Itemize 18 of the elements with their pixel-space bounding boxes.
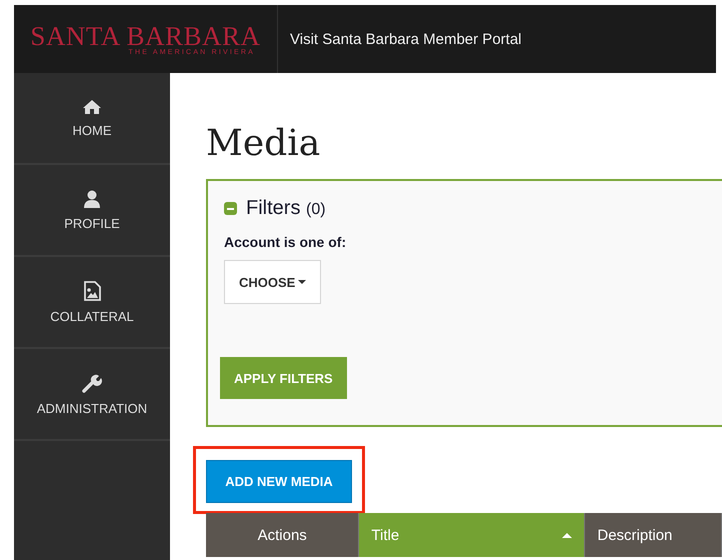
sidebar-item[interactable]: PROFILE (14, 165, 170, 257)
page-title: Media (206, 122, 322, 166)
sort-ascending-icon (562, 532, 572, 538)
column-header[interactable]: Actions (206, 513, 360, 557)
collapse-icon[interactable] (224, 202, 237, 215)
portal-title: Visit Santa Barbara Member Portal (289, 30, 522, 50)
home-icon (82, 98, 102, 114)
filters-title: Filters (0) (246, 197, 326, 220)
sidebar-item[interactable]: COLLATERAL (14, 257, 170, 349)
column-header[interactable]: Description (585, 513, 722, 557)
sidebar-item[interactable]: ADMINISTRATION (14, 349, 170, 441)
user-icon (83, 190, 101, 208)
choose-dropdown[interactable]: CHOOSE (224, 260, 322, 304)
sidebar-item[interactable]: HOME (14, 73, 170, 165)
image-file-icon (83, 280, 101, 300)
field-label: Account is one of: (224, 234, 348, 250)
wrench-icon (82, 372, 102, 392)
add-new-media-button[interactable]: ADD NEW MEDIA (206, 460, 352, 503)
